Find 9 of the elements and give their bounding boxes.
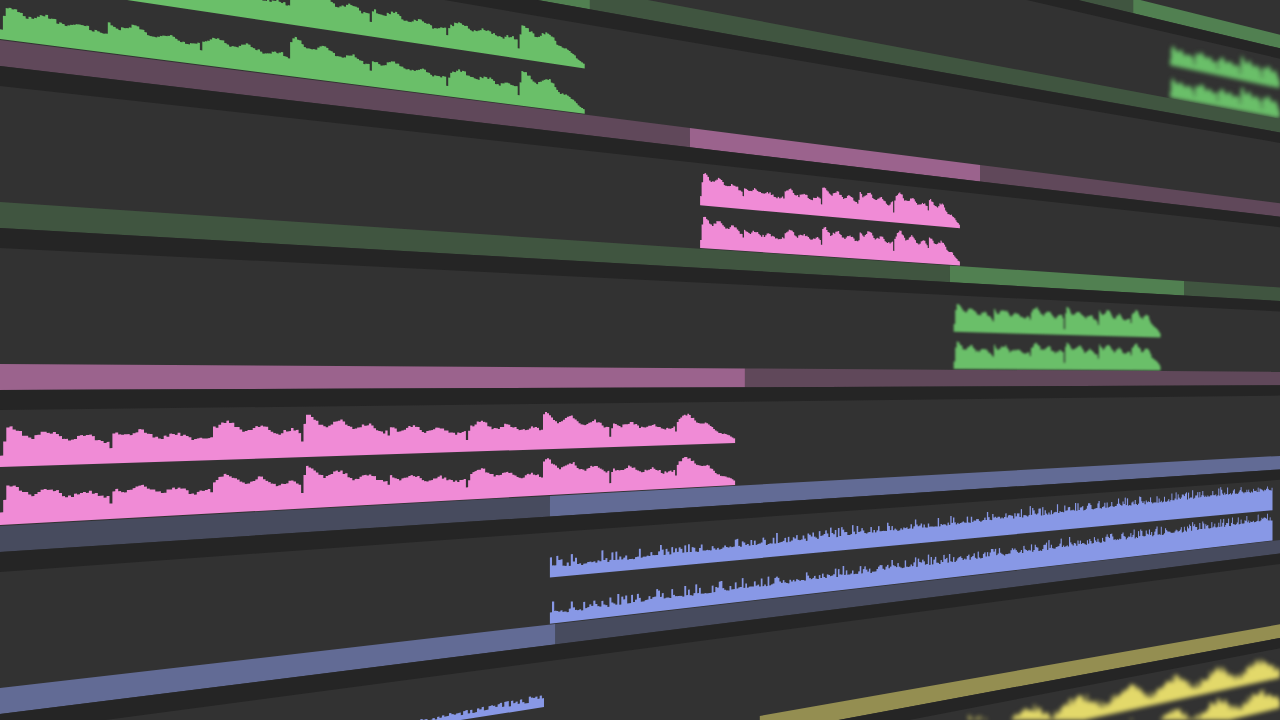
clip-header[interactable] [549,455,1280,517]
clip-header[interactable] [0,364,745,390]
clip-header[interactable] [537,0,590,10]
clip-header[interactable] [759,624,1280,720]
clip-header[interactable] [1133,0,1280,49]
clip-header[interactable] [689,128,980,182]
track-header-bar [1078,0,1134,14]
clip-header[interactable] [0,623,556,714]
clip-header[interactable] [949,265,1185,296]
